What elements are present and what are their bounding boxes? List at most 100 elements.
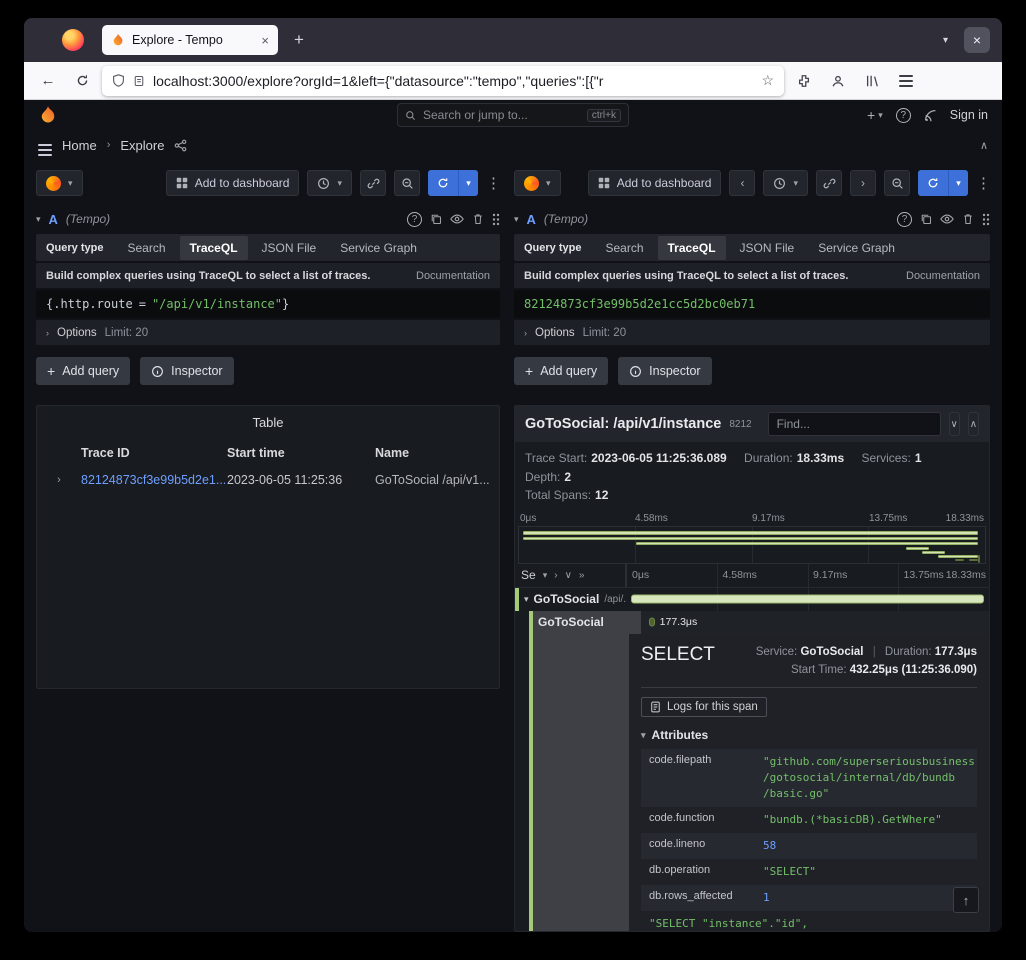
new-tab-button[interactable]: + [286,30,312,50]
tab-traceql[interactable]: TraceQL [658,236,726,260]
mega-menu-icon[interactable] [38,134,52,156]
back-icon[interactable]: ← [34,68,62,94]
search-input[interactable]: Search or jump to... ctrl+k [397,103,629,127]
copy-query-icon[interactable] [920,213,932,225]
remove-query-icon[interactable] [962,213,974,225]
collapse-all-icon[interactable]: ∨ [565,570,572,581]
span-timeline-cell[interactable] [627,588,989,611]
run-interval-chevron-icon[interactable]: ▾ [458,170,478,196]
run-interval-chevron-icon[interactable]: ▾ [948,170,968,196]
traceql-query-input[interactable]: 82124873cf3e99b5d2e1cc5d2bc0eb71 [514,290,990,318]
attribute-row[interactable]: code.filepath "github.com/superseriousbu… [641,749,977,807]
attribute-row[interactable]: "SELECT "instance"."id", "instance"."cre… [641,911,977,931]
browser-tab[interactable]: Explore - Tempo × [102,25,278,55]
breadcrumb-home[interactable]: Home [62,138,97,153]
span-row-root[interactable]: ▾ GoToSocial /api/... [515,588,989,611]
find-input[interactable] [768,412,941,436]
span-duration-bar[interactable] [649,618,655,627]
attribute-row[interactable]: db.operation "SELECT" [641,859,977,885]
scroll-to-top-button[interactable]: ↑ [953,887,979,913]
more-options-icon[interactable]: ⋮ [976,174,990,192]
share-icon[interactable] [174,139,187,152]
menu-icon[interactable] [892,68,920,94]
attribute-row[interactable]: code.function "bundb.(*basicDB).GetWhere… [641,807,977,833]
minimap-canvas[interactable] [518,526,986,564]
datasource-picker[interactable]: ▾ [36,170,83,196]
column-start-time[interactable]: Start time [227,446,375,460]
attributes-section-header[interactable]: ▾ Attributes [641,728,977,742]
add-query-button[interactable]: + Add query [36,357,130,385]
news-icon[interactable] [924,109,937,122]
documentation-link[interactable]: Documentation [906,270,980,282]
grafana-logo-icon[interactable] [38,105,58,125]
hide-query-icon[interactable] [450,213,464,225]
tab-search[interactable]: Search [117,236,175,260]
logs-for-span-button[interactable]: Logs for this span [641,697,767,717]
tab-traceql[interactable]: TraceQL [180,236,248,260]
drag-handle-icon[interactable] [982,213,990,226]
tab-search[interactable]: Search [595,236,653,260]
remove-query-icon[interactable] [472,213,484,225]
hide-query-icon[interactable] [940,213,954,225]
extensions-icon[interactable] [790,68,818,94]
span-row-selected[interactable]: GoToSocial 177.3μs [515,611,989,634]
add-to-dashboard-button[interactable]: Add to dashboard [166,170,300,196]
tab-service-graph[interactable]: Service Graph [808,236,905,260]
query-help-icon[interactable]: ? [897,212,912,227]
span-duration-bar[interactable] [631,595,984,604]
site-info-icon[interactable] [133,75,145,87]
breadcrumb-current[interactable]: Explore [120,138,164,153]
collapse-span-icon[interactable]: ▾ [524,594,529,605]
traceql-query-input[interactable]: {.http.route="/api/v1/instance"} [36,290,500,318]
add-query-button[interactable]: + Add query [514,357,608,385]
find-next-icon[interactable]: ∨ [949,412,960,436]
find-prev-icon[interactable]: ∧ [968,412,979,436]
tab-service-graph[interactable]: Service Graph [330,236,427,260]
column-trace-id[interactable]: Trace ID [81,446,227,460]
collapse-header-icon[interactable]: ∧ [980,139,988,152]
firefox-icon[interactable] [62,29,84,51]
zoom-out-button[interactable] [394,170,420,196]
inspector-button[interactable]: Inspector [618,357,711,385]
expand-row-icon[interactable]: › [57,474,61,486]
time-shift-back-icon[interactable]: ‹ [729,170,755,196]
attribute-row[interactable]: db.rows_affected 1 [641,885,977,911]
time-shift-forward-icon[interactable]: › [850,170,876,196]
tab-json-file[interactable]: JSON File [252,236,327,260]
reload-icon[interactable] [68,68,96,94]
collapse-query-icon[interactable]: ▾ [514,214,519,225]
collapse-query-icon[interactable]: ▾ [36,214,41,225]
time-range-picker[interactable]: ▾ [307,170,352,196]
bookmark-star-icon[interactable]: ☆ [761,72,774,89]
query-help-icon[interactable]: ? [407,212,422,227]
span-name-cell[interactable]: ▾ GoToSocial /api/... [515,588,627,611]
run-query-button[interactable]: ▾ [918,170,968,196]
attribute-row[interactable]: code.lineno 58 [641,833,977,859]
copy-query-icon[interactable] [430,213,442,225]
documentation-link[interactable]: Documentation [416,270,490,282]
query-options-row[interactable]: › Options Limit: 20 [514,320,990,345]
more-options-icon[interactable]: ⋮ [486,174,500,192]
run-query-button[interactable]: ▾ [428,170,478,196]
new-button[interactable]: +▾ [867,107,883,123]
tab-json-file[interactable]: JSON File [730,236,805,260]
account-icon[interactable] [824,68,852,94]
add-to-dashboard-button[interactable]: Add to dashboard [588,170,722,196]
expand-one-icon[interactable]: › [554,570,557,581]
zoom-out-button[interactable] [884,170,910,196]
help-icon[interactable]: ? [896,108,911,123]
sign-in-button[interactable]: Sign in [950,108,988,122]
tab-close-icon[interactable]: × [261,33,269,48]
table-row[interactable]: › 82124873cf3e99b5d2e1... 2023-06-05 11:… [37,466,499,493]
span-timeline-cell[interactable]: 177.3μs [641,611,989,634]
column-name[interactable]: Name [375,446,499,460]
span-name-cell[interactable]: GoToSocial [529,611,641,634]
datasource-picker[interactable]: ▾ [514,170,561,196]
trace-id-link[interactable]: 82124873cf3e99b5d2e1... [81,473,227,487]
time-range-picker[interactable]: ▾ [763,170,808,196]
inspector-button[interactable]: Inspector [140,357,233,385]
url-bar[interactable]: localhost:3000/explore?orgId=1&left={"da… [102,66,784,96]
list-tabs-icon[interactable]: ▾ [935,35,956,46]
expand-all-icon[interactable]: » [579,570,585,581]
query-options-row[interactable]: › Options Limit: 20 [36,320,500,345]
